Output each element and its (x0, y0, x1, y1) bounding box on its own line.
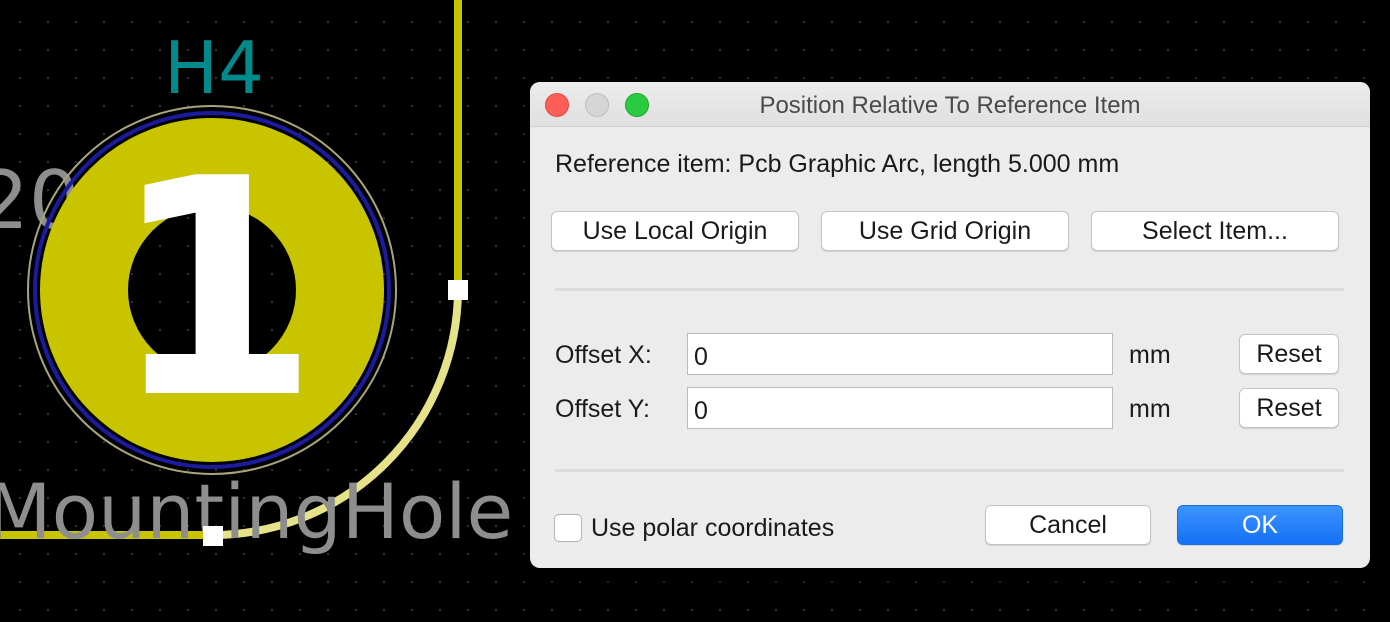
offset-y-unit: mm (1129, 395, 1171, 423)
reset-offset-y-button[interactable]: Reset (1239, 388, 1339, 428)
offset-x-unit: mm (1129, 341, 1171, 369)
arc-endpoint-handle[interactable] (203, 526, 223, 546)
separator (555, 469, 1344, 472)
offset-x-label: Offset X: (555, 341, 652, 369)
dialog-titlebar[interactable]: Position Relative To Reference Item (530, 82, 1370, 127)
ok-button[interactable]: OK (1177, 505, 1343, 545)
use-polar-coordinates-checkbox[interactable] (554, 514, 582, 542)
arc-endpoint-handle[interactable] (448, 280, 468, 300)
offset-y-input[interactable] (687, 387, 1113, 429)
separator (555, 288, 1344, 291)
use-polar-coordinates-label[interactable]: Use polar coordinates (591, 514, 834, 543)
use-local-origin-button[interactable]: Use Local Origin (551, 211, 799, 251)
cancel-button[interactable]: Cancel (985, 505, 1151, 545)
dialog-title: Position Relative To Reference Item (759, 92, 1141, 119)
reference-designator-label: H4 (164, 26, 264, 110)
select-item-button[interactable]: Select Item... (1091, 211, 1339, 251)
offset-x-input[interactable] (687, 333, 1113, 375)
offset-y-label: Offset Y: (555, 395, 650, 423)
footprint-value-label: MountingHole (0, 467, 513, 556)
reset-offset-x-button[interactable]: Reset (1239, 334, 1339, 374)
use-grid-origin-button[interactable]: Use Grid Origin (821, 211, 1069, 251)
position-relative-dialog: Position Relative To Reference Item Refe… (530, 82, 1370, 568)
reference-item-label: Reference item: Pcb Graphic Arc, length … (555, 150, 1120, 178)
pad-anchor-marker (203, 282, 219, 298)
